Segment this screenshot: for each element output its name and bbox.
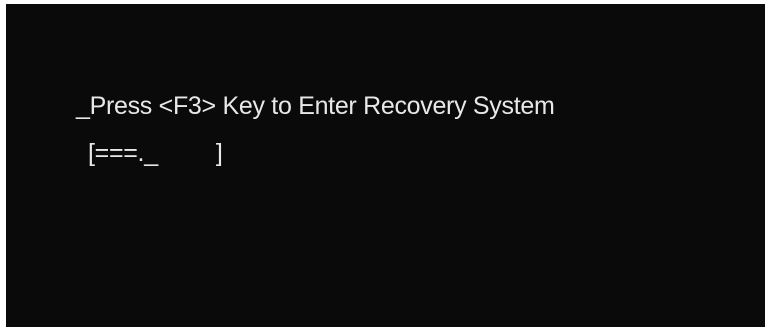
boot-screen: _Press <F3> Key to Enter Recovery System… xyxy=(6,4,765,327)
progress-bracket-open: [ xyxy=(88,139,95,167)
progress-bracket-close: ] xyxy=(215,139,223,167)
progress-fill: ===._ xyxy=(94,139,158,167)
recovery-prompt-text: _Press <F3> Key to Enter Recovery System xyxy=(76,92,555,120)
progress-bar: [===._] xyxy=(88,139,223,168)
